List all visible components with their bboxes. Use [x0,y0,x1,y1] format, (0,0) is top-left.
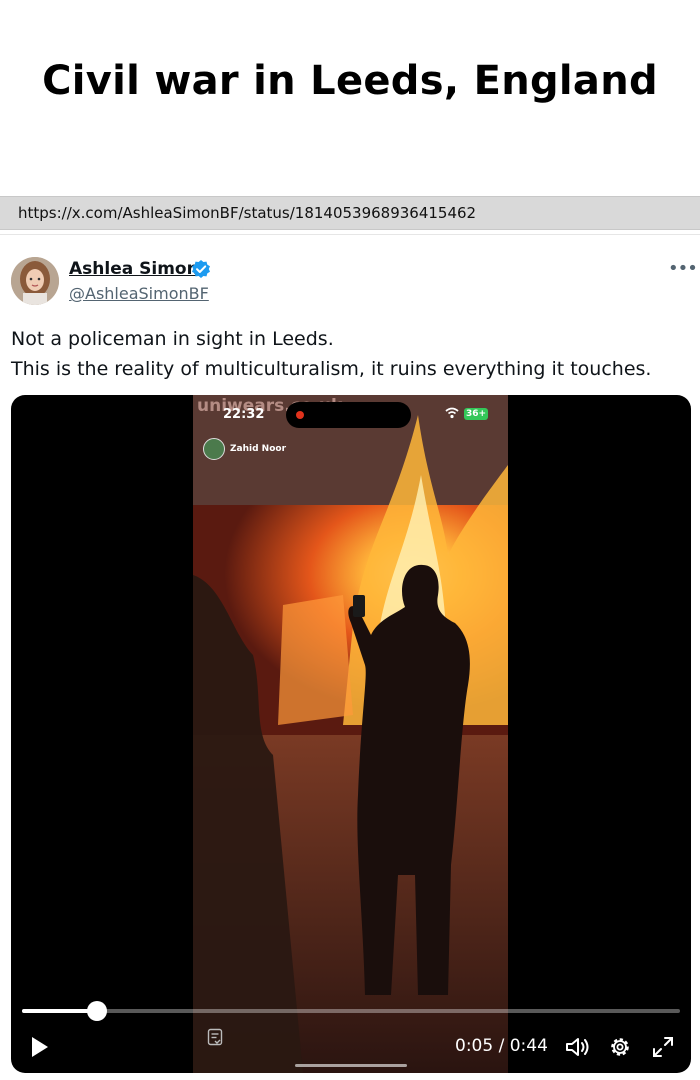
video-time-display: 0:05 / 0:44 [455,1036,548,1056]
wifi-icon [445,407,459,419]
fullscreen-icon[interactable] [651,1035,675,1059]
url-bar[interactable]: https://x.com/AshleaSimonBF/status/18140… [0,196,700,230]
video-frame[interactable]: uniwears.co.uk 22:32 36+ Zahid Noor [193,395,508,1073]
tweet-text-line: This is the reality of multiculturalism,… [11,358,652,380]
page-headline: Civil war in Leeds, England [42,58,658,104]
dynamic-island [286,402,411,428]
play-icon[interactable] [29,1035,51,1059]
verified-badge-icon [191,259,211,279]
home-indicator [295,1064,407,1067]
more-horizontal-icon[interactable]: ••• [668,258,698,279]
video-duration: 0:44 [509,1036,548,1056]
url-text: https://x.com/AshleaSimonBF/status/18140… [18,204,477,222]
video-progress-fill [22,1009,97,1013]
live-user-name: Zahid Noor [230,444,287,454]
author-avatar[interactable] [11,257,59,305]
live-user-avatar [203,438,225,460]
video-progress-handle[interactable] [87,1001,107,1021]
tweet-text-line: Not a policeman in sight in Leeds. [11,328,334,350]
divider [0,234,700,235]
recording-dot-icon [296,411,304,419]
captions-icon[interactable] [207,1028,223,1048]
video-time-separator: / [493,1036,510,1056]
live-user-tag: Zahid Noor [203,438,286,460]
settings-gear-icon[interactable] [608,1035,632,1059]
video-progress-bar[interactable] [22,1001,680,1021]
volume-icon[interactable] [564,1035,590,1059]
battery-indicator: 36+ [464,408,489,420]
video-player[interactable]: uniwears.co.uk 22:32 36+ Zahid Noor 0:05… [11,395,691,1073]
video-current-time: 0:05 [455,1036,494,1056]
author-handle[interactable]: @AshleaSimonBF [69,284,209,303]
author-name[interactable]: Ashlea Simon [69,259,199,279]
phone-status-time: 22:32 [223,407,265,422]
tweet-text: Not a policeman in sight in Leeds. This … [11,324,691,384]
